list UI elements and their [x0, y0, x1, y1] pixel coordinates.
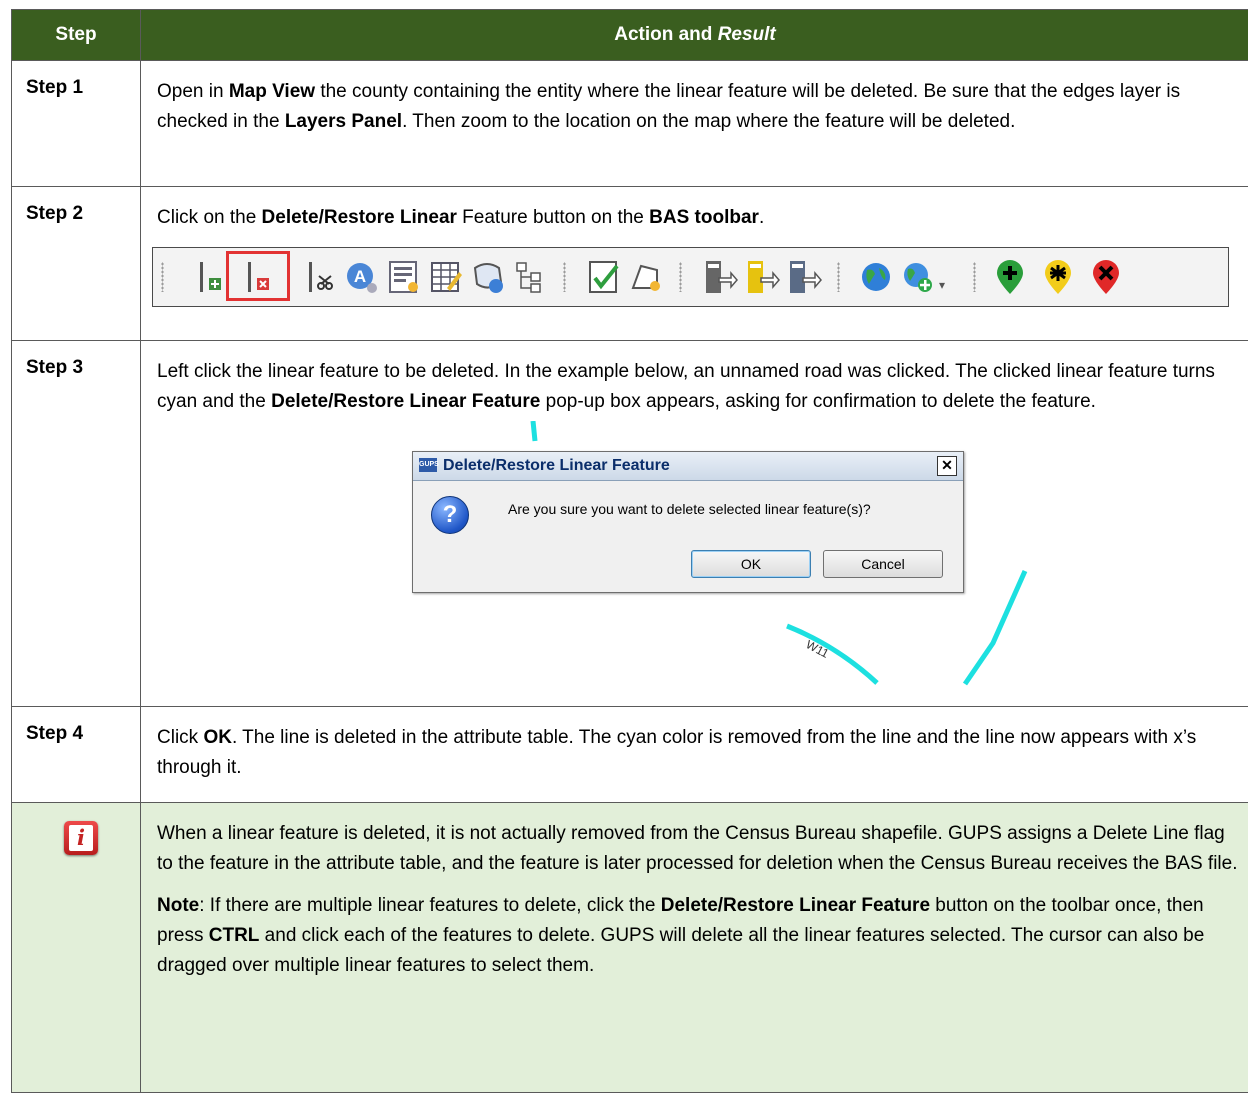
globe-icon[interactable] — [857, 258, 895, 296]
step4-text: Click OK. The line is deleted in the att… — [141, 707, 1248, 803]
attribute-form-icon[interactable] — [385, 258, 423, 296]
new-polygon-icon[interactable] — [627, 258, 665, 296]
question-icon: ? — [431, 496, 469, 534]
steps-table: Step Action and Result Step 1 Open in Ma… — [11, 9, 1248, 1093]
star-point-icon[interactable] — [1039, 258, 1077, 296]
step-label: Step 4 — [12, 707, 141, 803]
bas-toolbar: A — [152, 247, 1229, 307]
step3-cell: Left click the linear feature to be dele… — [141, 341, 1248, 707]
split-line-icon[interactable] — [301, 258, 339, 296]
close-icon[interactable]: ✕ — [937, 456, 957, 476]
export-yellow-icon[interactable] — [785, 258, 823, 296]
boundary-icon[interactable] — [469, 258, 507, 296]
info-icon: i — [64, 821, 98, 855]
export-icon[interactable] — [743, 258, 781, 296]
review-icon[interactable] — [585, 258, 623, 296]
dialog-title-bar: GUPS Delete/Restore Linear Feature ✕ — [413, 452, 963, 481]
header-action: Action and Result — [141, 10, 1248, 61]
step1-text: Open in Map View the county containing t… — [141, 61, 1248, 187]
table-row-step3: Step 3 Left click the linear feature to … — [12, 341, 1248, 707]
toolbar-grip[interactable] — [679, 262, 682, 292]
import-icon[interactable] — [701, 258, 739, 296]
table-row-step2: Step 2 Click on the Delete/Restore Linea… — [12, 187, 1248, 341]
add-point-icon[interactable] — [991, 258, 1029, 296]
gups-logo-icon: GUPS — [419, 458, 437, 472]
toolbar-grip[interactable] — [837, 262, 840, 292]
cyan-road-top — [533, 421, 535, 441]
tree-icon[interactable] — [511, 258, 549, 296]
dialog-title: Delete/Restore Linear Feature — [443, 455, 670, 477]
toolbar-grip[interactable] — [563, 262, 566, 292]
step-label: Step 1 — [12, 61, 141, 187]
svg-text:A: A — [354, 267, 366, 286]
map-illustration: W11 GUPS Delete/Restore Linear Feature ✕… — [157, 421, 1232, 686]
cancel-button[interactable]: Cancel — [823, 550, 943, 578]
step-label: Step 2 — [12, 187, 141, 341]
note-cell: When a linear feature is deleted, it is … — [141, 803, 1248, 1093]
ok-button[interactable]: OK — [691, 550, 811, 578]
dialog-message: Are you sure you want to delete selected… — [508, 500, 871, 518]
dropdown-arrow-icon[interactable]: ▾ — [939, 270, 945, 300]
globe-add-icon[interactable] — [899, 258, 937, 296]
attribute-table-icon[interactable] — [427, 258, 465, 296]
step2-cell: Click on the Delete/Restore Linear Featu… — [141, 187, 1248, 341]
table-row-step1: Step 1 Open in Map View the county conta… — [12, 61, 1248, 187]
table-row-note: i When a linear feature is deleted, it i… — [12, 803, 1248, 1093]
delete-restore-dialog: GUPS Delete/Restore Linear Feature ✕ ? A… — [412, 451, 964, 593]
step2-text: Click on the Delete/Restore Linear Featu… — [157, 203, 1241, 233]
toolbar-grip[interactable] — [161, 262, 164, 292]
add-linear-icon[interactable] — [191, 258, 229, 296]
step-label: Step 3 — [12, 341, 141, 707]
header-step: Step — [12, 10, 141, 61]
note-paragraph: When a linear feature is deleted, it is … — [157, 819, 1241, 879]
cyan-road-bottom — [787, 626, 877, 683]
step3-text: Left click the linear feature to be dele… — [157, 357, 1241, 417]
cyan-road-right — [965, 571, 1025, 684]
add-name-icon[interactable]: A — [343, 258, 381, 296]
delete-point-icon[interactable] — [1087, 258, 1125, 296]
table-header-row: Step Action and Result — [12, 10, 1248, 61]
note-detail: Note: If there are multiple linear featu… — [157, 891, 1241, 981]
selected-button-highlight — [226, 251, 290, 301]
note-icon-cell: i — [12, 803, 141, 1093]
table-row-step4: Step 4 Click OK. The line is deleted in … — [12, 707, 1248, 803]
toolbar-grip[interactable] — [973, 262, 976, 292]
road-label: W11 — [804, 637, 832, 661]
